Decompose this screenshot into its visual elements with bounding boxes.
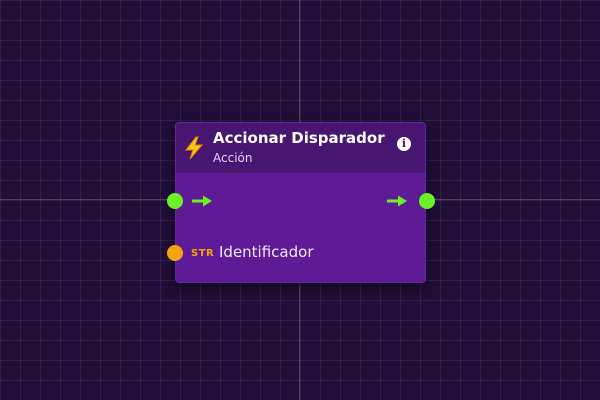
pin-type-label: STR bbox=[191, 248, 215, 259]
graph-canvas[interactable]: Accionar Disparador Acción i STR Identif… bbox=[0, 0, 600, 400]
pin-label-identifier: Identificador bbox=[219, 243, 314, 261]
node-header[interactable]: Accionar Disparador Acción i bbox=[176, 123, 425, 173]
exec-output-pin[interactable] bbox=[419, 193, 435, 209]
exec-input-pin[interactable] bbox=[167, 193, 183, 209]
lightning-icon bbox=[184, 136, 204, 160]
exec-output-arrow-icon bbox=[387, 195, 407, 207]
string-input-pin[interactable] bbox=[167, 245, 183, 261]
node-title: Accionar Disparador bbox=[213, 129, 385, 147]
exec-input-arrow-icon bbox=[192, 195, 212, 207]
node-subtitle: Acción bbox=[213, 151, 253, 165]
info-icon[interactable]: i bbox=[397, 137, 411, 151]
